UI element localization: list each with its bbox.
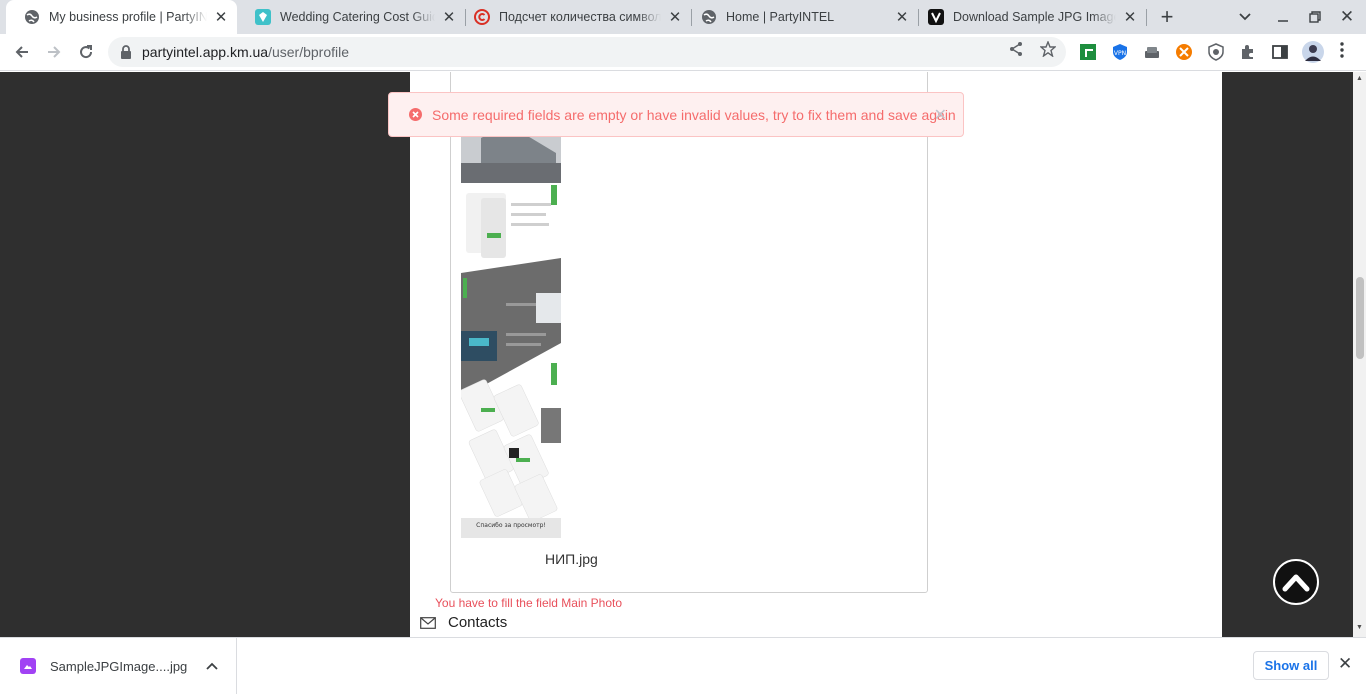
download-bar: SampleJPGImage....jpg Show all ✕ [0,637,1366,694]
contacts-section-header[interactable]: Contacts [420,614,507,631]
puzzle-extensions-icon[interactable] [1239,43,1257,61]
close-tab-icon[interactable]: ✕ [665,8,685,26]
alert-message: Some required fields are empty or have i… [432,106,956,123]
shield-extension-icon[interactable] [1207,43,1225,61]
copyright-icon [474,9,490,25]
contacts-label: Contacts [448,614,508,631]
url-path: /user/bprofile [268,44,350,60]
tab-title: Home | PartyINTEL [726,10,835,24]
download-item[interactable]: SampleJPGImage....jpg [0,638,237,694]
scroll-up-arrow-icon[interactable]: ▲ [1355,75,1364,82]
show-all-downloads-button[interactable]: Show all [1253,651,1329,680]
chevron-up-icon[interactable] [206,658,218,673]
photo-filename: НИП.jpg [545,551,598,567]
side-panel-icon[interactable] [1271,43,1289,61]
profile-avatar[interactable] [1302,41,1324,63]
tab-title: Download Sample JPG Image [953,10,1116,24]
scrollbar-thumb[interactable] [1356,277,1364,359]
tab-title: My business profile | PartyINTEL [49,10,207,24]
browser-menu-icon[interactable] [1340,42,1344,62]
close-tab-icon[interactable]: ✕ [892,8,912,26]
mail-icon [420,616,436,629]
restore-window-button[interactable] [1302,5,1328,29]
tab-wedding-catering[interactable]: Wedding Catering Cost Guide ✕ [237,0,465,34]
scroll-down-arrow-icon[interactable]: ▼ [1355,624,1364,631]
address-bar[interactable]: partyintel.app.km.ua /user/bprofile [108,37,1066,67]
close-alert-icon[interactable]: ✕ [934,105,947,125]
svg-text:VPN: VPN [1114,50,1126,57]
browser-toolbar: partyintel.app.km.ua /user/bprofile VPN [0,34,1366,71]
tab-char-count[interactable]: Подсчет количества символов ✕ [456,0,691,34]
image-file-icon [20,658,36,674]
main-photo-error: You have to fill the field Main Photo [435,596,623,610]
globe-icon [701,9,717,25]
lock-icon[interactable] [120,45,132,59]
tab-title: Wedding Catering Cost Guide [280,10,435,24]
page-scrollbar[interactable]: ▲ ▼ [1353,72,1366,637]
minimize-window-button[interactable] [1270,5,1296,29]
tab-download-sample-jpg[interactable]: Download Sample JPG Image ✕ [910,0,1146,34]
close-window-button[interactable]: ✕ [1334,5,1360,29]
extension-green-icon[interactable] [1079,43,1097,61]
tab-strip: My business profile | PartyINTEL ✕ Weddi… [0,0,1366,34]
profile-form-page: Спасибо за просмотр! НИП.jpg You have to… [410,72,1222,637]
tab-my-business-profile[interactable]: My business profile | PartyINTEL ✕ [6,0,237,34]
vpn-shield-icon[interactable]: VPN [1111,43,1129,61]
tab-search-button[interactable] [1232,5,1258,29]
orange-extension-icon[interactable] [1175,43,1193,61]
uploaded-photo-thumbnail[interactable]: Спасибо за просмотр! [461,72,561,538]
url-host: partyintel.app.km.ua [142,44,269,60]
close-download-bar-icon[interactable]: ✕ [1338,654,1352,674]
globe-icon [24,9,40,25]
reload-button[interactable] [73,39,99,65]
bookmark-star-icon[interactable] [1039,40,1057,61]
close-tab-icon[interactable]: ✕ [211,8,231,26]
share-icon[interactable] [1008,41,1024,61]
forward-button[interactable] [41,39,67,65]
stack-extension-icon[interactable] [1143,43,1161,61]
page-viewport: Спасибо за просмотр! НИП.jpg You have to… [0,72,1353,637]
tab-home-partyintel[interactable]: Home | PartyINTEL ✕ [683,0,918,34]
main-photo-upload[interactable]: Спасибо за просмотр! НИП.jpg [450,72,928,593]
close-tab-icon[interactable]: ✕ [1120,8,1140,26]
tab-title: Подсчет количества символов [499,10,661,24]
tab-separator [1146,9,1147,26]
scroll-to-top-button[interactable] [1273,559,1319,605]
thumbnail-footer-text: Спасибо за просмотр! [476,522,546,529]
catering-icon [255,9,271,25]
new-tab-button[interactable]: + [1154,4,1180,29]
download-filename: SampleJPGImage....jpg [50,658,188,674]
v-icon [928,9,944,25]
error-alert: Some required fields are empty or have i… [388,92,964,137]
error-circle-icon [409,108,422,121]
back-button[interactable] [9,39,35,65]
